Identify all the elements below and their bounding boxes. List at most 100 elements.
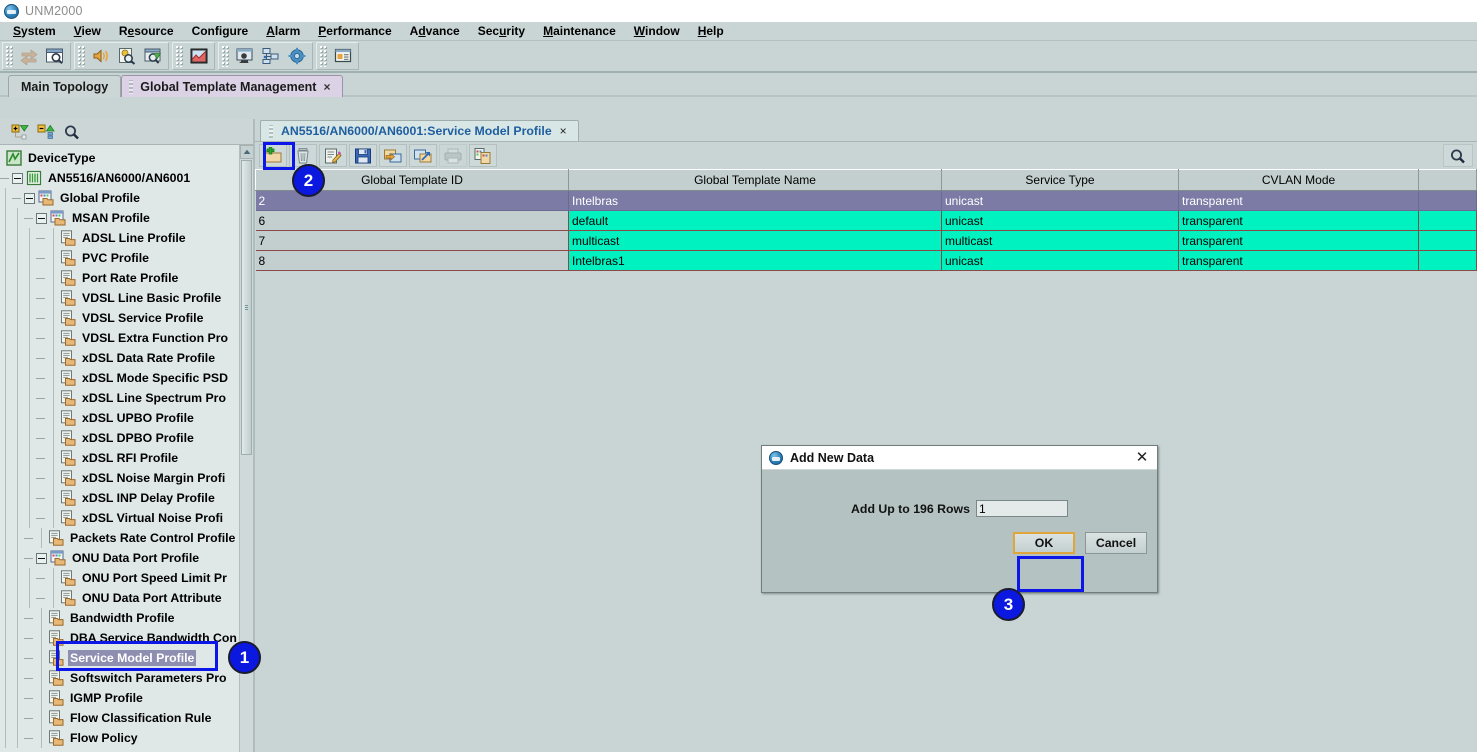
tree-item-vdsl-service-profile[interactable]: VDSL Service Profile [0,308,239,328]
tree-item-dba-service-bandwidth-con[interactable]: DBA Service Bandwidth Con [0,628,239,648]
tree-item-xdsl-dpbo-profile[interactable]: xDSL DPBO Profile [0,428,239,448]
tree-item-xdsl-upbo-profile[interactable]: xDSL UPBO Profile [0,408,239,428]
tree-item-vdsl-line-basic-profile[interactable]: VDSL Line Basic Profile [0,288,239,308]
performance-chart-icon[interactable] [186,44,212,68]
tab-service-model-profile[interactable]: AN5516/AN6000/AN6001:Service Model Profi… [260,120,579,141]
tree-item-onu-port-speed-limit-pr[interactable]: ONU Port Speed Limit Pr [0,568,239,588]
tree-item-onu-data-port-attribute[interactable]: ONU Data Port Attribute [0,588,239,608]
add-new-folder-icon[interactable] [259,144,287,167]
menu-maintenance[interactable]: Maintenance [534,23,625,39]
window-search-icon[interactable] [42,44,68,68]
cell-service-type[interactable]: unicast [941,210,1179,231]
ok-button[interactable]: OK [1013,532,1075,554]
menu-system[interactable]: System [4,23,65,39]
tree-item-flow-policy[interactable]: Flow Policy [0,728,239,748]
menu-view[interactable]: View [65,23,110,39]
tab-main-topology[interactable]: Main Topology [8,75,122,97]
table-row[interactable]: 6 default unicast transparent [255,210,1477,231]
delete-trash-icon[interactable] [289,144,317,167]
tree-item-xdsl-rfi-profile[interactable]: xDSL RFI Profile [0,448,239,468]
column-header-service-type[interactable]: Service Type [941,169,1179,191]
cell-extra[interactable] [1418,230,1477,251]
expand-all-icon[interactable] [10,122,30,142]
tree-item-devicetype[interactable]: DeviceType [0,148,239,168]
tree-item-xdsl-mode-specific-psd[interactable]: xDSL Mode Specific PSD [0,368,239,388]
menu-help[interactable]: Help [689,23,733,39]
alarm-document-search-icon[interactable] [114,44,140,68]
cell-service-type[interactable]: unicast [941,190,1179,211]
toolbar-grip[interactable] [221,45,230,67]
gear-settings-icon[interactable] [284,44,310,68]
rows-input[interactable] [975,500,1068,517]
cell-global-template-name[interactable]: Intelbras [568,190,942,211]
tree-item-onu-data-port-profile[interactable]: ONU Data Port Profile [0,548,239,568]
cell-service-type[interactable]: multicast [941,230,1179,251]
tree-item-flow-classification-rule[interactable]: Flow Classification Rule [0,708,239,728]
table-row[interactable]: 7 multicast multicast transparent [255,230,1477,251]
tree-item-xdsl-line-spectrum-pro[interactable]: xDSL Line Spectrum Pro [0,388,239,408]
toolbar-grip[interactable] [5,45,14,67]
scroll-up-arrow-icon[interactable] [240,145,253,159]
cell-cvlan-mode[interactable]: transparent [1178,210,1419,231]
tree-item-xdsl-noise-margin-profi[interactable]: xDSL Noise Margin Profi [0,468,239,488]
user-monitor-icon[interactable] [232,44,258,68]
upload-template-icon[interactable] [409,144,437,167]
cell-service-type[interactable]: unicast [941,250,1179,271]
network-nodes-icon[interactable] [258,44,284,68]
menu-window[interactable]: Window [625,23,689,39]
print-icon[interactable] [439,144,467,167]
tree-item-packets-rate-control-profile[interactable]: Packets Rate Control Profile [0,528,239,548]
collapse-all-icon[interactable] [36,122,56,142]
cell-global-template-id[interactable]: 6 [255,210,569,231]
close-icon[interactable]: × [560,125,567,137]
close-icon[interactable]: ✕ [1133,449,1151,467]
edit-document-icon[interactable] [319,144,347,167]
toolbar-grip[interactable] [175,45,184,67]
menu-advance[interactable]: Advance [401,23,469,39]
tree-item-msan-profile[interactable]: MSAN Profile [0,208,239,228]
column-header-cvlan-mode[interactable]: CVLAN Mode [1178,169,1419,191]
cancel-button[interactable]: Cancel [1085,532,1147,554]
tree-item-port-rate-profile[interactable]: Port Rate Profile [0,268,239,288]
grid-search-icon[interactable] [1443,144,1473,167]
menu-resource[interactable]: Resource [110,23,183,39]
menu-alarm[interactable]: Alarm [257,23,309,39]
column-header-global-template-name[interactable]: Global Template Name [568,169,942,191]
menu-configure[interactable]: Configure [183,23,258,39]
close-icon[interactable]: × [323,81,330,93]
tree-item-adsl-line-profile[interactable]: ADSL Line Profile [0,228,239,248]
cell-cvlan-mode[interactable]: transparent [1178,190,1419,211]
tree-item-igmp-profile[interactable]: IGMP Profile [0,688,239,708]
window-up-arrow-icon[interactable] [140,44,166,68]
copy-template-icon[interactable] [469,144,497,167]
refresh-arrows-icon[interactable] [16,44,42,68]
speaker-sound-icon[interactable] [88,44,114,68]
cell-extra[interactable] [1418,190,1477,211]
tree-item-xdsl-data-rate-profile[interactable]: xDSL Data Rate Profile [0,348,239,368]
cell-cvlan-mode[interactable]: transparent [1178,250,1419,271]
collapse-toggle-icon[interactable] [36,552,47,564]
table-row[interactable]: 8 Intelbras1 unicast transparent [255,250,1477,271]
cell-cvlan-mode[interactable]: transparent [1178,230,1419,251]
menu-security[interactable]: Security [469,23,534,39]
search-icon[interactable] [62,122,82,142]
cell-extra[interactable] [1418,250,1477,271]
tree-item-bandwidth-profile[interactable]: Bandwidth Profile [0,608,239,628]
report-window-icon[interactable] [330,44,356,68]
tree-item-an5516-an6000-an6001[interactable]: AN5516/AN6000/AN6001 [0,168,239,188]
scrollbar-thumb[interactable] [241,160,252,455]
cell-global-template-name[interactable]: default [568,210,942,231]
tree-item-vdsl-extra-function-pro[interactable]: VDSL Extra Function Pro [0,328,239,348]
tree-item-softswitch-parameters-pro[interactable]: Softswitch Parameters Pro [0,668,239,688]
cell-global-template-id[interactable]: 7 [255,230,569,251]
column-header-extra[interactable] [1418,169,1477,191]
tree-item-pvc-profile[interactable]: PVC Profile [0,248,239,268]
tree-item-xdsl-virtual-noise-profi[interactable]: xDSL Virtual Noise Profi [0,508,239,528]
tree-item-xdsl-inp-delay-profile[interactable]: xDSL INP Delay Profile [0,488,239,508]
cell-global-template-name[interactable]: Intelbras1 [568,250,942,271]
collapse-toggle-icon[interactable] [24,192,35,204]
collapse-toggle-icon[interactable] [36,212,47,224]
cell-extra[interactable] [1418,210,1477,231]
save-floppy-icon[interactable] [349,144,377,167]
tree-item-global-profile[interactable]: Global Profile [0,188,239,208]
